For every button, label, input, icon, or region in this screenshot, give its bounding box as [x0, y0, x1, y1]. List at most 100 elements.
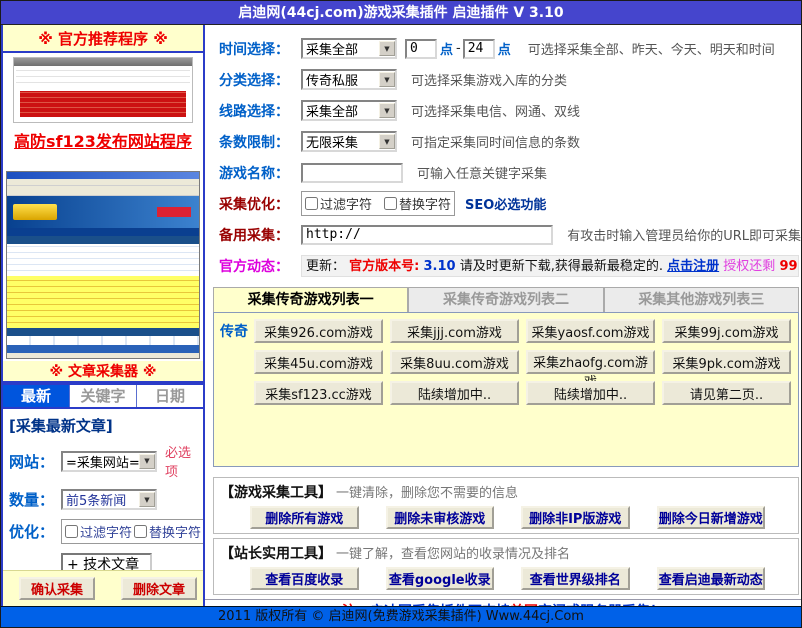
check-google-index-button[interactable]: 查看google收录 [386, 567, 495, 590]
site-row: 网站： =采集网站= ▼ 必选项 [9, 442, 197, 480]
promo-site-thumbnail[interactable] [13, 57, 193, 123]
chevron-down-icon[interactable]: ▼ [379, 134, 395, 149]
optimize-checkbox-group: 过滤字符 替换字符 [61, 519, 203, 544]
article-collector-thumbnail[interactable] [6, 171, 200, 359]
backup-url-input[interactable] [301, 225, 553, 245]
site-select-value: =采集网站= [66, 452, 139, 471]
collect-optimize-label: 采集优化： [219, 194, 301, 214]
category-listbox[interactable]: + 技术文章 + 经验心得 + 心情故事 + 经典脚本 [61, 553, 152, 570]
filter-chars-label: 过滤字符 [320, 194, 372, 213]
collect-game-button[interactable]: 采集sf123.cc游戏 [254, 381, 383, 405]
collect-game-button[interactable]: 陆续增加中.. [390, 381, 519, 405]
game-name-label: 游戏名称： [219, 163, 301, 183]
thumbnail-header-bar [14, 58, 192, 66]
check-qidi-news-button[interactable]: 查看启迪最新动态 [657, 567, 766, 590]
collect-game-button[interactable]: 采集926.com游戏 [254, 319, 383, 343]
limit-help: 可指定采集同时间信息的条数 [411, 132, 580, 151]
tab-keyword[interactable]: 关键字 [70, 385, 137, 407]
news-version-label: 官方版本号: [349, 259, 419, 274]
news-marquee: 更新： 官方版本号: 3.10 请及时更新下载,获得最新最稳定的. 点击注册 授… [301, 255, 799, 277]
auth-remaining-label: 授权还剩 [723, 259, 775, 274]
time-to-input[interactable] [463, 39, 495, 59]
delete-unreviewed-games-button[interactable]: 删除未审核游戏 [386, 506, 495, 529]
news-row: 官方动态： 更新： 官方版本号: 3.10 请及时更新下载,获得最新最稳定的. … [219, 250, 801, 281]
site-banner [7, 196, 199, 228]
chevron-down-icon[interactable]: ▼ [139, 454, 155, 469]
game-button-row: 采集sf123.cc游戏 陆续增加中.. 陆续增加中.. 请见第二页.. [220, 381, 798, 405]
promo-section-header: ※ 官方推荐程序 ※ [3, 25, 203, 53]
collect-optimize-row: 采集优化： 过滤字符 替换字符 SEO必选功能 [219, 188, 801, 219]
collect-game-button[interactable]: 陆续增加中.. [526, 381, 655, 405]
site-select[interactable]: =采集网站= ▼ [61, 451, 157, 472]
collect-game-button[interactable]: 采集99j.com游戏 [662, 319, 791, 343]
range-dash: - [456, 41, 461, 56]
time-select[interactable]: 采集全部 ▼ [301, 38, 397, 59]
promo-link[interactable]: 高防sf123发布网站程序 [14, 128, 192, 152]
replace-chars-checkbox[interactable] [384, 197, 397, 210]
confirm-collect-button[interactable]: 确认采集 [19, 577, 95, 600]
limit-select[interactable]: 无限采集 ▼ [301, 131, 397, 152]
article-collect-form: [采集最新文章] 网站： =采集网站= ▼ 必选项 数量： 前5条新闻 ▼ [3, 409, 203, 570]
thumbnail-link-grid [16, 68, 190, 88]
replace-chars-label: 替换字符 [399, 194, 451, 213]
chevron-down-icon[interactable]: ▼ [139, 492, 155, 507]
delete-all-games-button[interactable]: 删除所有游戏 [250, 506, 359, 529]
check-baidu-index-button[interactable]: 查看百度收录 [250, 567, 359, 590]
optimize-row: 优化： 过滤字符 替换字符 [9, 519, 197, 544]
chevron-down-icon[interactable]: ▼ [379, 41, 395, 56]
site-band-blue2 [7, 345, 199, 353]
collect-game-button[interactable]: 采集yaosf.com游戏 [526, 319, 655, 343]
news-prefix: 更新： [306, 259, 345, 274]
category-row: 分类： + 技术文章 + 经验心得 + 心情故事 + 经典脚本 随机 [9, 553, 197, 570]
tab-game-list-1[interactable]: 采集传奇游戏列表一 [213, 287, 408, 312]
filter-chars-checkbox[interactable] [305, 197, 318, 210]
site-footer-strip [7, 353, 199, 358]
webmaster-tools-buttons: 查看百度收录 查看google收录 查看世界级排名 查看启迪最新动态 [220, 567, 792, 590]
line-label: 线路选择： [219, 101, 301, 121]
browser-menu-bar [7, 179, 199, 186]
tab-game-list-2[interactable]: 采集传奇游戏列表二 [408, 287, 603, 312]
game-tools-section: 【游戏采集工具】 一键清除，删除您不需要的信息 删除所有游戏 删除未审核游戏 删… [213, 477, 799, 534]
tab-date[interactable]: 日期 [137, 385, 203, 407]
webmaster-tools-title: 【站长实用工具】 [220, 543, 332, 563]
notice-line: 注：启迪网采集插件不支持美国空间或服务器采集！ [205, 599, 801, 606]
replace-chars-label: 替换字符 [149, 522, 201, 541]
tab-latest[interactable]: 最新 [3, 385, 70, 407]
delete-non-ip-games-button[interactable]: 删除非IP版游戏 [521, 506, 630, 529]
chevron-down-icon[interactable]: ▼ [379, 72, 395, 87]
game-tools-title: 【游戏采集工具】 [220, 482, 332, 502]
site-label: 网站： [9, 451, 61, 472]
line-select[interactable]: 采集全部 ▼ [301, 100, 397, 121]
hour-label: 点 [498, 39, 511, 58]
game-tools-header: 【游戏采集工具】 一键清除，删除您不需要的信息 [220, 482, 792, 502]
replace-chars-checkbox[interactable] [134, 525, 147, 538]
collect-game-button[interactable]: 采集8uu.com游戏 [390, 350, 519, 374]
register-link[interactable]: 点击注册 [667, 259, 719, 274]
hour-label: 点 [440, 39, 453, 58]
delete-today-games-button[interactable]: 删除今日新增游戏 [657, 506, 766, 529]
app-window: 启迪网(44cj.com)游戏采集插件 启迪插件 V 3.10 ※ 官方推荐程序… [0, 0, 802, 628]
count-select[interactable]: 前5条新闻 ▼ [61, 489, 157, 510]
webmaster-tools-header: 【站长实用工具】 一键了解，查看您网站的收录情况及排名 [220, 543, 792, 563]
promo-block: 高防sf123发布网站程序 [3, 53, 203, 171]
time-label: 时间选择： [219, 39, 301, 59]
collect-game-button[interactable]: 请见第二页.. [662, 381, 791, 405]
check-world-rank-button[interactable]: 查看世界级排名 [521, 567, 630, 590]
category-item[interactable]: + 技术文章 [67, 555, 150, 570]
collect-game-button[interactable]: 采集45u.com游戏 [254, 350, 383, 374]
collect-game-button[interactable]: 采集9pk.com游戏 [662, 350, 791, 374]
limit-label: 条数限制： [219, 132, 301, 152]
category-select[interactable]: 传奇私服 ▼ [301, 69, 397, 90]
collect-game-button[interactable]: 采集jjj.com游戏 [390, 319, 519, 343]
filter-chars-checkbox[interactable] [65, 525, 78, 538]
delete-article-button[interactable]: 删除文章 [121, 577, 197, 600]
time-from-input[interactable] [405, 39, 437, 59]
game-name-input[interactable] [301, 163, 403, 183]
chevron-down-icon[interactable]: ▼ [379, 103, 395, 118]
game-list-panel: 传奇 采集926.com游戏 采集jjj.com游戏 采集yaosf.com游戏… [213, 312, 799, 467]
site-logo [13, 204, 57, 220]
tab-game-list-3[interactable]: 采集其他游戏列表三 [604, 287, 799, 312]
site-band-blue [7, 328, 199, 336]
collect-game-button[interactable]: 采集zhaofg.com游戏 [526, 350, 655, 374]
limit-select-value: 无限采集 [306, 132, 379, 151]
